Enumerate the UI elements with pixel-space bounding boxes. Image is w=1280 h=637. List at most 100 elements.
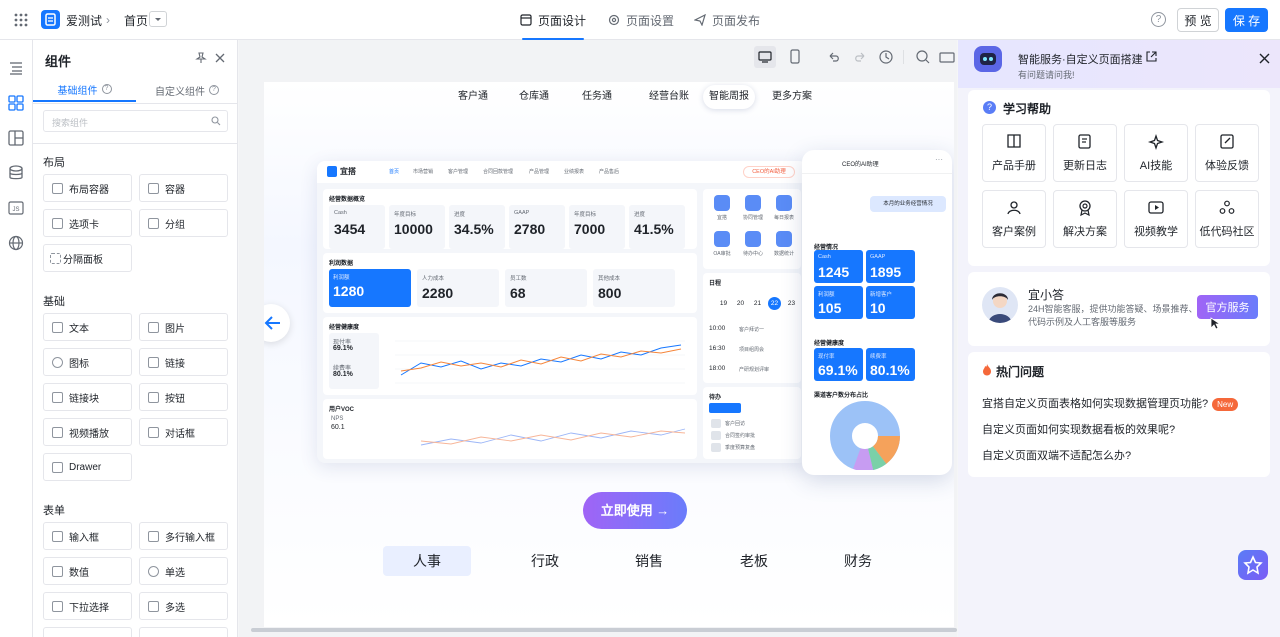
role-chip[interactable]: 人事 <box>383 546 471 576</box>
pin-icon[interactable] <box>195 52 207 64</box>
product-tab[interactable]: 任务通 <box>576 85 618 109</box>
component-icon[interactable]: 图标 <box>43 348 132 376</box>
component-group[interactable]: 分组 <box>139 209 228 237</box>
search-icon[interactable] <box>913 47 933 67</box>
component-layout-container[interactable]: 布局容器 <box>43 174 132 202</box>
mobile-view-button[interactable] <box>784 46 806 68</box>
carousel-prev-button[interactable] <box>264 304 290 342</box>
help-item-3[interactable]: AI技能 <box>1124 124 1188 182</box>
globe-icon[interactable] <box>8 235 24 251</box>
outline-icon[interactable] <box>8 60 24 76</box>
component-checkbox[interactable]: 多选 <box>139 592 228 620</box>
js-icon[interactable]: JS <box>8 200 24 216</box>
component-more[interactable] <box>139 627 228 637</box>
component-tabs[interactable]: 选项卡 <box>43 209 132 237</box>
assistant-fab-icon[interactable] <box>1238 550 1268 580</box>
component-dialog[interactable]: 对话框 <box>139 418 228 446</box>
component-text[interactable]: 文本 <box>43 313 132 341</box>
component-link[interactable]: 链接 <box>139 348 228 376</box>
product-tab[interactable]: 更多方案 <box>766 85 818 109</box>
canvas-scrollbar[interactable] <box>251 628 957 632</box>
video-icon <box>1147 199 1165 217</box>
close-icon[interactable] <box>1259 53 1270 64</box>
history-icon[interactable] <box>876 47 896 67</box>
external-link-icon[interactable] <box>1146 51 1157 62</box>
component-select[interactable]: 下拉选择 <box>43 592 132 620</box>
component-input[interactable]: 输入框 <box>43 522 132 550</box>
number-icon <box>52 565 63 577</box>
link-icon <box>148 356 159 368</box>
help-item-8[interactable]: 低代码社区 <box>1195 190 1259 248</box>
product-tab[interactable]: 仓库通 <box>513 85 555 109</box>
kpi-value: 41.5% <box>634 221 674 237</box>
help-item-7[interactable]: 视频教学 <box>1124 190 1188 248</box>
role-chip[interactable]: 老板 <box>710 546 798 576</box>
keyboard-icon[interactable] <box>937 47 957 67</box>
save-button[interactable]: 保 存 <box>1225 8 1268 32</box>
component-radio[interactable]: 单选 <box>139 557 228 585</box>
templates-icon[interactable] <box>8 130 24 146</box>
search-input[interactable]: 搜索组件 <box>43 110 228 132</box>
help-item-5[interactable]: 客户案例 <box>982 190 1046 248</box>
kpi-label: GAAP <box>514 210 530 216</box>
todo-item: 季度预算复盘 <box>725 445 756 451</box>
product-tab[interactable]: 客户通 <box>452 85 494 109</box>
schedule-time: 10:00 <box>709 325 726 332</box>
more-icon: ··· <box>935 155 943 164</box>
product-tab[interactable]: 智能周报 <box>703 85 755 109</box>
tab-basic-components[interactable]: 基础组件 ? <box>33 78 136 102</box>
question-item[interactable]: 自定义页面如何实现数据看板的效果呢? <box>982 421 1175 437</box>
breadcrumb-page[interactable]: 首页 <box>124 12 148 29</box>
help-item-6[interactable]: 解决方案 <box>1053 190 1117 248</box>
help-icon[interactable]: ? <box>1151 12 1166 27</box>
role-chip[interactable]: 行政 <box>501 546 589 576</box>
tab-custom-components[interactable]: 自定义组件 ? <box>136 78 238 102</box>
component-textarea[interactable]: 多行输入框 <box>139 522 228 550</box>
components-icon[interactable] <box>8 95 24 111</box>
question-item[interactable]: 宜搭自定义页面表格如何实现数据管理页功能? New <box>982 395 1239 411</box>
close-icon[interactable] <box>214 52 226 64</box>
kpi-value: 7000 <box>574 221 606 237</box>
page-dropdown-button[interactable] <box>149 11 167 27</box>
help-item-2[interactable]: 更新日志 <box>1053 124 1117 182</box>
schedule-text: 客户拜访一 <box>739 327 765 333</box>
group-icon <box>148 217 159 229</box>
redo-icon[interactable] <box>850 47 870 67</box>
layout-icon <box>520 14 532 26</box>
tab-page-publish[interactable]: 页面发布 <box>694 0 760 40</box>
undo-icon[interactable] <box>824 47 844 67</box>
component-video[interactable]: 视频播放 <box>43 418 132 446</box>
help-icon: ? <box>209 85 219 95</box>
app-name[interactable]: 爱测试 <box>66 12 102 29</box>
help-item-label: 产品手册 <box>992 160 1036 172</box>
help-item-1[interactable]: 产品手册 <box>982 124 1046 182</box>
kpi-value: 34.5% <box>454 221 494 237</box>
role-chip[interactable]: 销售 <box>605 546 693 576</box>
help-item-4[interactable]: 体验反馈 <box>1195 124 1259 182</box>
component-container[interactable]: 容器 <box>139 174 228 202</box>
preview-button[interactable]: 预 览 <box>1177 8 1219 32</box>
app-grid-icon[interactable] <box>14 13 28 27</box>
component-split-panel[interactable]: 分隔面板 <box>43 244 132 272</box>
tab-page-design[interactable]: 页面设计 <box>498 0 608 40</box>
desktop-view-button[interactable] <box>754 46 776 68</box>
product-tab[interactable]: 经营台账 <box>643 85 695 109</box>
role-chip[interactable]: 财务 <box>814 546 902 576</box>
component-drawer[interactable]: Drawer <box>43 453 132 481</box>
cta-button[interactable]: 立即使用 → <box>583 492 687 529</box>
component-image[interactable]: 图片 <box>139 313 228 341</box>
sparkle-icon <box>1147 133 1165 151</box>
datasource-icon[interactable] <box>8 165 24 181</box>
tab-page-settings[interactable]: 页面设置 <box>608 0 674 40</box>
component-more[interactable] <box>43 627 132 637</box>
component-button[interactable]: 按钮 <box>139 383 228 411</box>
hot-questions-card: 热门问题 宜搭自定义页面表格如何实现数据管理页功能? New 自定义页面如何实现数… <box>968 352 1270 477</box>
kpi-value: 10000 <box>394 221 433 237</box>
design-canvas[interactable]: 客户通 仓库通 任务通 经营台账 智能周报 更多方案 宜搭 首页 市场营销 客户管理 合同回款管… <box>239 40 957 637</box>
official-service-button[interactable]: 官方服务 <box>1197 295 1258 319</box>
question-item[interactable]: 自定义页面双端不适配怎么办? <box>982 447 1131 463</box>
canvas-toolbar <box>749 44 957 70</box>
component-link-block[interactable]: 链接块 <box>43 383 132 411</box>
phone-stat: Cash 1245 <box>814 250 863 283</box>
component-number[interactable]: 数值 <box>43 557 132 585</box>
